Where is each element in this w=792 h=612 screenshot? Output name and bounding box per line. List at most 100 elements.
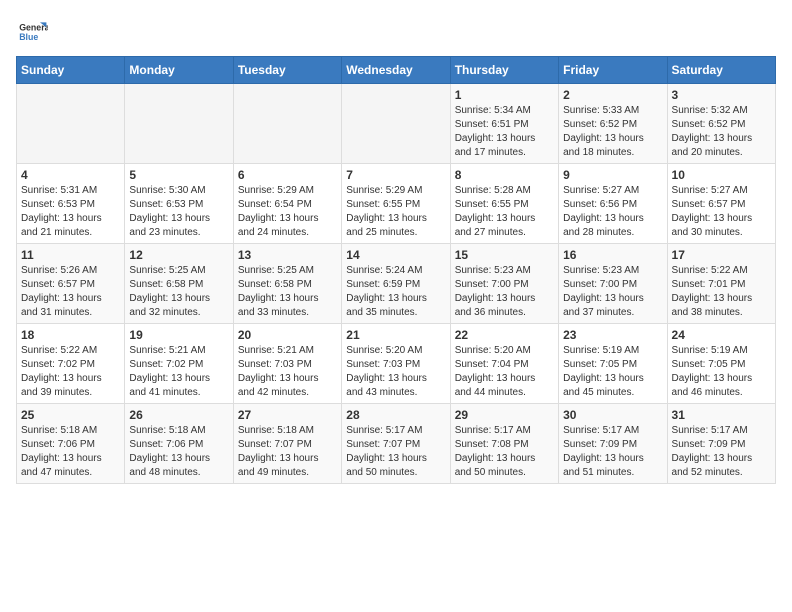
calendar-cell: 11Sunrise: 5:26 AMSunset: 6:57 PMDayligh… <box>17 244 125 324</box>
calendar-cell <box>342 84 450 164</box>
calendar-cell: 9 Sunrise: 5:27 AMSunset: 6:56 PMDaylight… <box>559 164 667 244</box>
day-info: Sunrise: 5:31 AMSunset: 6:53 PMDaylight:… <box>21 184 120 240</box>
calendar-cell: 17 Sunrise: 5:22 AMSunset: 7:01 PMDayligh… <box>667 244 775 324</box>
day-number: 31 <box>672 408 771 422</box>
day-info: Sunrise: 5:29 AMSunset: 6:55 PMDaylight:… <box>346 184 445 240</box>
day-info: Sunrise: 5:18 AMSunset: 7:06 PMDaylight:… <box>21 424 120 480</box>
calendar-cell: 18 Sunrise: 5:22 AMSunset: 7:02 PMDayligh… <box>17 324 125 404</box>
day-number: 18 <box>21 328 120 342</box>
calendar-table: SundayMondayTuesdayWednesdayThursdayFrid… <box>16 56 776 484</box>
day-info: Sunrise: 5:19 AMSunset: 7:05 PMDaylight:… <box>672 344 771 400</box>
day-number: 28 <box>346 408 445 422</box>
calendar-cell: 26 Sunrise: 5:18 AMSunset: 7:06 PMDayligh… <box>125 404 233 484</box>
calendar-cell: 7 Sunrise: 5:29 AMSunset: 6:55 PMDaylight… <box>342 164 450 244</box>
calendar-week-3: 11Sunrise: 5:26 AMSunset: 6:57 PMDayligh… <box>17 244 776 324</box>
calendar-cell: 8 Sunrise: 5:28 AMSunset: 6:55 PMDaylight… <box>450 164 558 244</box>
column-header-saturday: Saturday <box>667 57 775 84</box>
day-info: Sunrise: 5:27 AMSunset: 6:57 PMDaylight:… <box>672 184 771 240</box>
calendar-cell <box>125 84 233 164</box>
logo[interactable]: General Blue <box>16 16 48 48</box>
calendar-cell: 28Sunrise: 5:17 AMSunset: 7:07 PMDayligh… <box>342 404 450 484</box>
day-info: Sunrise: 5:20 AMSunset: 7:03 PMDaylight:… <box>346 344 445 400</box>
day-info: Sunrise: 5:32 AMSunset: 6:52 PMDaylight:… <box>672 104 771 160</box>
day-info: Sunrise: 5:30 AMSunset: 6:53 PMDaylight:… <box>129 184 228 240</box>
calendar-cell: 13Sunrise: 5:25 AMSunset: 6:58 PMDayligh… <box>233 244 341 324</box>
day-info: Sunrise: 5:17 AMSunset: 7:08 PMDaylight:… <box>455 424 554 480</box>
day-info: Sunrise: 5:26 AMSunset: 6:57 PMDaylight:… <box>21 264 120 320</box>
calendar-cell <box>17 84 125 164</box>
page-header: General Blue <box>16 16 776 48</box>
calendar-cell: 10 Sunrise: 5:27 AMSunset: 6:57 PMDayligh… <box>667 164 775 244</box>
day-info: Sunrise: 5:17 AMSunset: 7:09 PMDaylight:… <box>563 424 662 480</box>
day-info: Sunrise: 5:25 AMSunset: 6:58 PMDaylight:… <box>238 264 337 320</box>
day-number: 21 <box>346 328 445 342</box>
calendar-cell: 29 Sunrise: 5:17 AMSunset: 7:08 PMDayligh… <box>450 404 558 484</box>
day-info: Sunrise: 5:21 AMSunset: 7:03 PMDaylight:… <box>238 344 337 400</box>
day-info: Sunrise: 5:23 AMSunset: 7:00 PMDaylight:… <box>455 264 554 320</box>
day-number: 23 <box>563 328 662 342</box>
calendar-cell: 1 Sunrise: 5:34 AMSunset: 6:51 PMDaylight… <box>450 84 558 164</box>
day-number: 20 <box>238 328 337 342</box>
calendar-cell: 3 Sunrise: 5:32 AMSunset: 6:52 PMDaylight… <box>667 84 775 164</box>
calendar-cell: 22 Sunrise: 5:20 AMSunset: 7:04 PMDayligh… <box>450 324 558 404</box>
calendar-cell: 15 Sunrise: 5:23 AMSunset: 7:00 PMDayligh… <box>450 244 558 324</box>
day-info: Sunrise: 5:29 AMSunset: 6:54 PMDaylight:… <box>238 184 337 240</box>
day-info: Sunrise: 5:22 AMSunset: 7:01 PMDaylight:… <box>672 264 771 320</box>
day-info: Sunrise: 5:17 AMSunset: 7:09 PMDaylight:… <box>672 424 771 480</box>
day-number: 9 <box>563 168 662 182</box>
header-row: SundayMondayTuesdayWednesdayThursdayFrid… <box>17 57 776 84</box>
day-info: Sunrise: 5:23 AMSunset: 7:00 PMDaylight:… <box>563 264 662 320</box>
svg-text:Blue: Blue <box>19 32 38 42</box>
calendar-cell: 20 Sunrise: 5:21 AMSunset: 7:03 PMDayligh… <box>233 324 341 404</box>
calendar-cell: 16 Sunrise: 5:23 AMSunset: 7:00 PMDayligh… <box>559 244 667 324</box>
day-number: 14 <box>346 248 445 262</box>
day-number: 3 <box>672 88 771 102</box>
day-number: 22 <box>455 328 554 342</box>
day-info: Sunrise: 5:22 AMSunset: 7:02 PMDaylight:… <box>21 344 120 400</box>
day-number: 8 <box>455 168 554 182</box>
day-number: 17 <box>672 248 771 262</box>
day-info: Sunrise: 5:20 AMSunset: 7:04 PMDaylight:… <box>455 344 554 400</box>
day-number: 12 <box>129 248 228 262</box>
calendar-cell: 14 Sunrise: 5:24 AMSunset: 6:59 PMDayligh… <box>342 244 450 324</box>
day-number: 19 <box>129 328 228 342</box>
day-number: 10 <box>672 168 771 182</box>
day-number: 1 <box>455 88 554 102</box>
calendar-week-1: 1 Sunrise: 5:34 AMSunset: 6:51 PMDaylight… <box>17 84 776 164</box>
calendar-cell: 6 Sunrise: 5:29 AMSunset: 6:54 PMDaylight… <box>233 164 341 244</box>
column-header-friday: Friday <box>559 57 667 84</box>
day-number: 24 <box>672 328 771 342</box>
calendar-cell: 19Sunrise: 5:21 AMSunset: 7:02 PMDayligh… <box>125 324 233 404</box>
column-header-monday: Monday <box>125 57 233 84</box>
day-number: 15 <box>455 248 554 262</box>
day-number: 5 <box>129 168 228 182</box>
day-info: Sunrise: 5:28 AMSunset: 6:55 PMDaylight:… <box>455 184 554 240</box>
day-number: 26 <box>129 408 228 422</box>
day-number: 16 <box>563 248 662 262</box>
day-info: Sunrise: 5:27 AMSunset: 6:56 PMDaylight:… <box>563 184 662 240</box>
calendar-cell: 12 Sunrise: 5:25 AMSunset: 6:58 PMDayligh… <box>125 244 233 324</box>
day-info: Sunrise: 5:18 AMSunset: 7:06 PMDaylight:… <box>129 424 228 480</box>
column-header-thursday: Thursday <box>450 57 558 84</box>
calendar-cell: 21 Sunrise: 5:20 AMSunset: 7:03 PMDayligh… <box>342 324 450 404</box>
day-info: Sunrise: 5:25 AMSunset: 6:58 PMDaylight:… <box>129 264 228 320</box>
day-info: Sunrise: 5:33 AMSunset: 6:52 PMDaylight:… <box>563 104 662 160</box>
calendar-cell <box>233 84 341 164</box>
day-number: 7 <box>346 168 445 182</box>
calendar-cell: 30 Sunrise: 5:17 AMSunset: 7:09 PMDayligh… <box>559 404 667 484</box>
day-number: 30 <box>563 408 662 422</box>
day-number: 6 <box>238 168 337 182</box>
day-number: 2 <box>563 88 662 102</box>
calendar-week-2: 4Sunrise: 5:31 AMSunset: 6:53 PMDaylight… <box>17 164 776 244</box>
calendar-cell: 2 Sunrise: 5:33 AMSunset: 6:52 PMDaylight… <box>559 84 667 164</box>
calendar-cell: 24 Sunrise: 5:19 AMSunset: 7:05 PMDayligh… <box>667 324 775 404</box>
day-info: Sunrise: 5:34 AMSunset: 6:51 PMDaylight:… <box>455 104 554 160</box>
calendar-cell: 25Sunrise: 5:18 AMSunset: 7:06 PMDayligh… <box>17 404 125 484</box>
calendar-cell: 5 Sunrise: 5:30 AMSunset: 6:53 PMDaylight… <box>125 164 233 244</box>
day-number: 29 <box>455 408 554 422</box>
day-info: Sunrise: 5:19 AMSunset: 7:05 PMDaylight:… <box>563 344 662 400</box>
calendar-week-4: 18 Sunrise: 5:22 AMSunset: 7:02 PMDayligh… <box>17 324 776 404</box>
day-info: Sunrise: 5:18 AMSunset: 7:07 PMDaylight:… <box>238 424 337 480</box>
logo-icon: General Blue <box>16 16 48 48</box>
day-info: Sunrise: 5:24 AMSunset: 6:59 PMDaylight:… <box>346 264 445 320</box>
